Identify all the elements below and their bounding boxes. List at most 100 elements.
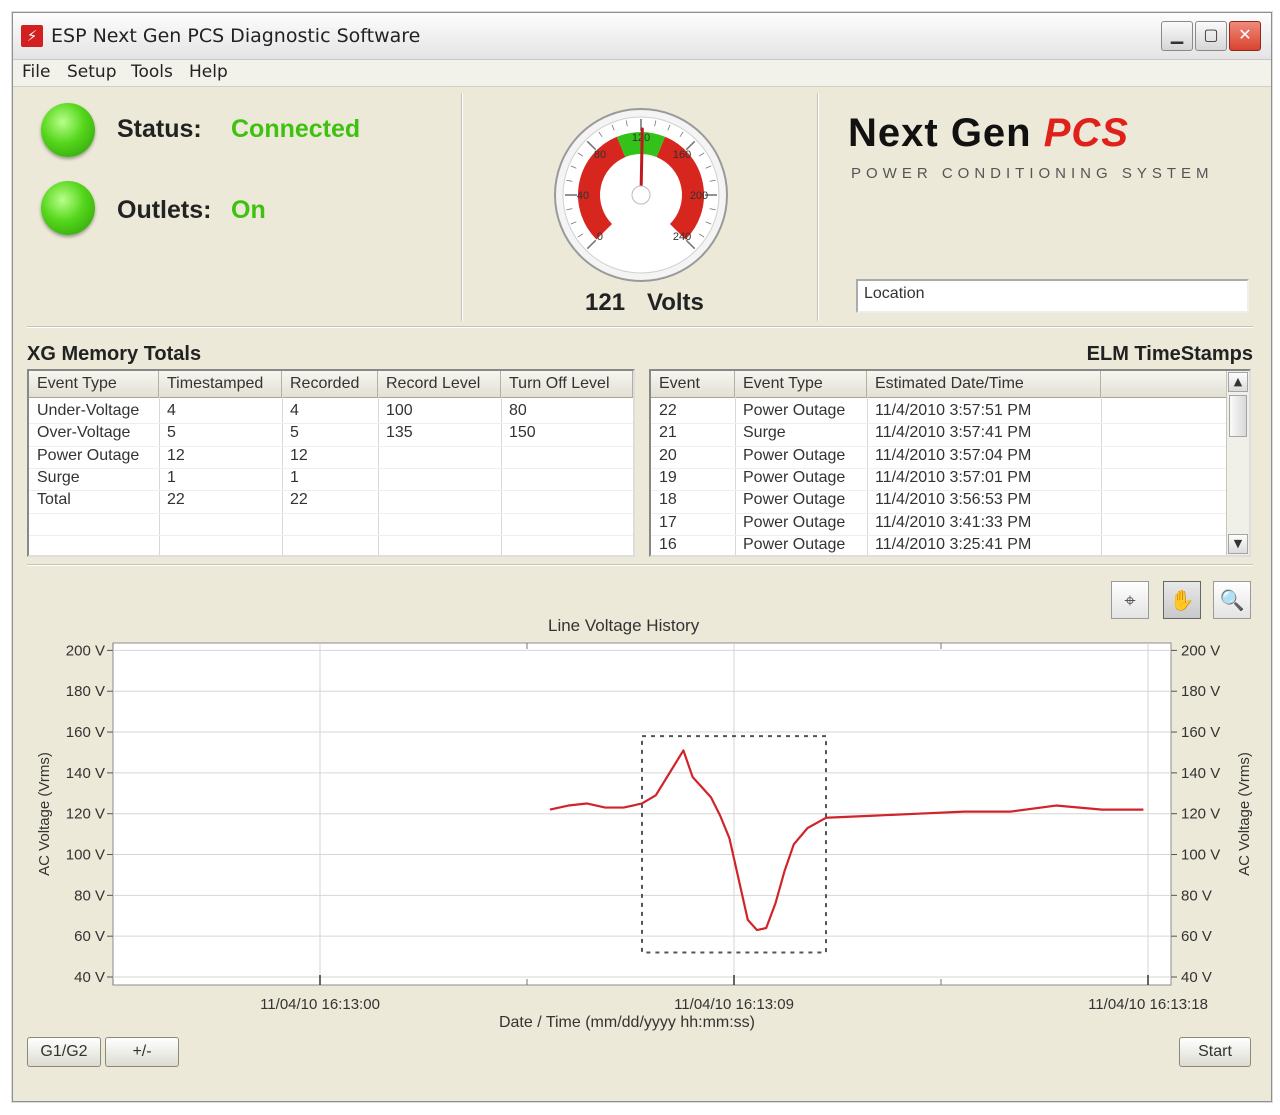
- table-cell: 20: [659, 446, 677, 464]
- y-tick-label: 180 V: [66, 683, 105, 700]
- table-cell: Over-Voltage: [37, 424, 131, 442]
- table-cell: 18: [659, 491, 677, 509]
- table-cell: 17: [659, 513, 677, 531]
- brand-logo: Next Gen PCS: [848, 111, 1129, 156]
- y-tick-label-right: 80 V: [1181, 887, 1212, 904]
- table-row[interactable]: 19 Power Outage 11/4/2010 3:57:01 PM: [651, 468, 1249, 490]
- column-header[interactable]: Event: [651, 371, 735, 397]
- table-cell: Power Outage: [743, 446, 846, 464]
- timestamps-title: ELM TimeStamps: [1086, 343, 1253, 365]
- timestamps-scrollbar[interactable]: ▲ ▼: [1226, 371, 1249, 555]
- table-row[interactable]: Power Outage 12 12: [29, 446, 633, 468]
- status-value: Connected: [231, 115, 361, 143]
- divider: [461, 93, 463, 321]
- table-row[interactable]: 16 Power Outage 11/4/2010 3:25:41 PM: [651, 535, 1249, 555]
- table-cell: 11/4/2010 3:57:51 PM: [875, 402, 1032, 419]
- y-tick-label: 120 V: [66, 806, 105, 823]
- column-header[interactable]: Timestamped: [159, 371, 282, 397]
- voltage-gauge: 04080120160200240: [554, 108, 728, 282]
- table-row[interactable]: 21 Surge 11/4/2010 3:57:41 PM: [651, 423, 1249, 445]
- table-row[interactable]: 20 Power Outage 11/4/2010 3:57:04 PM: [651, 446, 1249, 468]
- status-led-icon: [41, 103, 95, 157]
- plus-minus-button[interactable]: +/-: [105, 1037, 179, 1067]
- table-row[interactable]: Surge 1 1: [29, 468, 633, 490]
- logo-text: Next Gen: [848, 111, 1032, 155]
- table-row[interactable]: Total 22 22: [29, 490, 633, 512]
- column-header[interactable]: Recorded: [282, 371, 378, 397]
- x-tick-label: 11/04/10 16:13:18: [1088, 996, 1208, 1013]
- table-cell: 16: [659, 535, 677, 553]
- gauge-needle: [639, 127, 644, 197]
- maximize-button[interactable]: ▢: [1195, 21, 1227, 51]
- table-cell: Power Outage: [743, 513, 846, 531]
- timestamps-table[interactable]: Event Event Type Estimated Date/Time 22 P…: [649, 369, 1251, 557]
- logo-accent-text: PCS: [1043, 111, 1129, 155]
- table-cell: 5: [167, 424, 176, 442]
- outlets-label: Outlets:: [117, 196, 212, 224]
- y-axis-label-right: AC Voltage (Vrms): [1236, 752, 1253, 876]
- scroll-thumb[interactable]: [1229, 395, 1247, 437]
- crosshair-tool-button[interactable]: ⌖: [1111, 581, 1149, 619]
- table-row[interactable]: 17 Power Outage 11/4/2010 3:41:33 PM: [651, 513, 1249, 535]
- y-tick-label-right: 180 V: [1181, 683, 1220, 700]
- y-tick-label-right: 60 V: [1181, 928, 1212, 945]
- table-row[interactable]: Over-Voltage 5 5 135 150: [29, 423, 633, 445]
- table-cell: 4: [290, 402, 299, 419]
- x-axis-label: Date / Time (mm/dd/yyyy hh:mm:ss): [499, 1014, 755, 1031]
- close-button[interactable]: ✕: [1229, 21, 1261, 51]
- table-cell: Power Outage: [743, 468, 846, 486]
- table-cell: Surge: [37, 468, 80, 486]
- column-header[interactable]: Turn Off Level: [501, 371, 633, 397]
- y-tick-label-right: 100 V: [1181, 847, 1220, 864]
- logo-tagline: POWER CONDITIONING SYSTEM: [851, 165, 1214, 182]
- start-button[interactable]: Start: [1179, 1037, 1251, 1067]
- scroll-up-button[interactable]: ▲: [1228, 372, 1248, 392]
- y-tick-label: 200 V: [66, 642, 105, 659]
- voltage-unit: Volts: [647, 289, 704, 316]
- y-tick-label: 140 V: [66, 765, 105, 782]
- table-cell: Power Outage: [743, 402, 846, 419]
- table-cell: 11/4/2010 3:56:53 PM: [875, 491, 1032, 509]
- table-cell: 12: [290, 446, 308, 464]
- g1-g2-button[interactable]: G1/G2: [27, 1037, 101, 1067]
- table-row[interactable]: 22 Power Outage 11/4/2010 3:57:51 PM: [651, 401, 1249, 423]
- table-cell: 19: [659, 468, 677, 486]
- table-cell: 21: [659, 424, 677, 442]
- gauge-tick-label: 0: [597, 231, 603, 243]
- table-cell: 22: [167, 491, 185, 509]
- table-cell: Total: [37, 491, 71, 509]
- table-cell: 22: [659, 402, 677, 419]
- table-row[interactable]: Under-Voltage 4 4 100 80: [29, 401, 633, 423]
- gauge-hub: [631, 185, 651, 205]
- outlets-led-icon: [41, 181, 95, 235]
- title-bar[interactable]: ⚡ ESP Next Gen PCS Diagnostic Software ▁…: [13, 13, 1271, 60]
- table-cell: 4: [167, 402, 176, 419]
- table-cell: 80: [509, 402, 527, 419]
- table-cell: 5: [290, 424, 299, 442]
- menu-tools[interactable]: Tools: [131, 62, 173, 82]
- location-field[interactable]: Location: [856, 279, 1249, 313]
- column-header[interactable]: Event Type: [735, 371, 867, 397]
- table-cell: Power Outage: [743, 535, 846, 553]
- y-tick-label: 40 V: [74, 969, 105, 986]
- column-header[interactable]: Record Level: [378, 371, 501, 397]
- menu-setup[interactable]: Setup: [67, 62, 116, 82]
- menu-help[interactable]: Help: [189, 62, 228, 82]
- y-tick-label: 160 V: [66, 724, 105, 741]
- x-tick-label: 11/04/10 16:13:09: [674, 996, 794, 1013]
- scroll-down-button[interactable]: ▼: [1228, 534, 1248, 554]
- column-header[interactable]: Estimated Date/Time: [867, 371, 1101, 397]
- app-window: ⚡ ESP Next Gen PCS Diagnostic Software ▁…: [12, 12, 1272, 1102]
- memory-totals-table[interactable]: Event Type Timestamped Recorded Record L…: [27, 369, 635, 557]
- column-header[interactable]: Event Type: [29, 371, 159, 397]
- table-row[interactable]: 18 Power Outage 11/4/2010 3:56:53 PM: [651, 490, 1249, 512]
- minimize-button[interactable]: ▁: [1161, 21, 1193, 51]
- y-tick-label-right: 200 V: [1181, 642, 1220, 659]
- pan-tool-button[interactable]: ✋: [1163, 581, 1201, 619]
- line-voltage-chart[interactable]: 200 V 200 V 180 V 180 V 160 V 160 V 140 V 140 V…: [13, 633, 1271, 1033]
- table-cell: 11/4/2010 3:57:01 PM: [875, 468, 1032, 486]
- menu-file[interactable]: File: [22, 62, 50, 82]
- table-cell: 1: [167, 468, 176, 486]
- app-logo-icon: ⚡: [21, 25, 43, 47]
- zoom-tool-button[interactable]: 🔍: [1213, 581, 1251, 619]
